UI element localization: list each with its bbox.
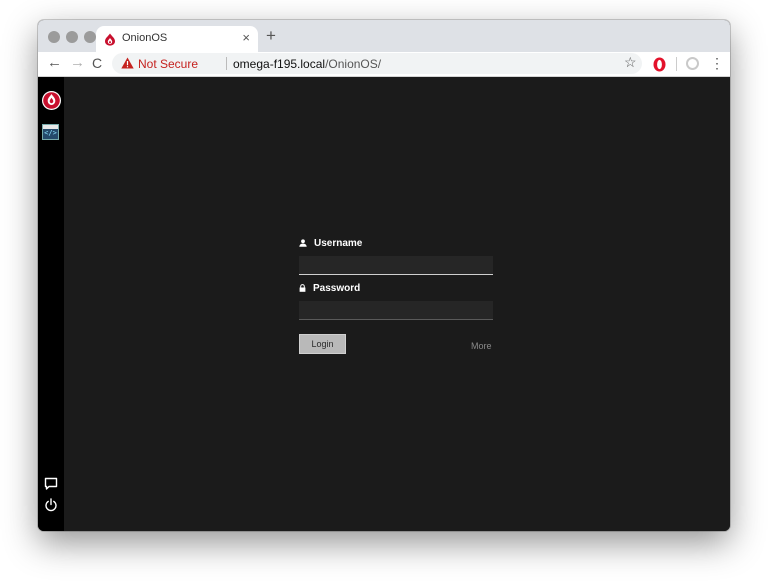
back-button[interactable]: ← [47, 54, 62, 71]
address-separator [226, 57, 227, 70]
security-status[interactable]: Not Secure [138, 57, 198, 71]
minimize-window-button[interactable] [66, 31, 78, 43]
profile-avatar-icon[interactable] [686, 57, 699, 70]
login-button[interactable]: Login [299, 334, 346, 354]
browser-menu-icon[interactable]: ⋮ [710, 55, 724, 72]
username-label: Username [314, 238, 363, 249]
user-icon [299, 239, 307, 247]
reload-button[interactable]: C [92, 55, 102, 71]
more-link[interactable]: More [471, 341, 492, 351]
tab-onionos[interactable]: OnionOS × [96, 26, 258, 52]
onion-logo-graphic [43, 92, 60, 109]
url-text[interactable]: omega-f195.local/OnionOS/ [233, 57, 381, 71]
toolbar-separator [676, 57, 677, 71]
code-app-label: </> [44, 129, 57, 137]
bookmark-star-icon[interactable]: ☆ [624, 54, 637, 71]
address-bar[interactable]: Not Secure omega-f195.local/OnionOS/ [112, 53, 642, 74]
lock-icon [299, 284, 306, 292]
chat-icon[interactable] [44, 477, 58, 491]
onion-logo-icon[interactable] [42, 91, 61, 110]
forward-button[interactable]: → [70, 54, 85, 71]
username-input[interactable] [299, 256, 493, 275]
url-path: /OnionOS/ [325, 57, 382, 71]
onionos-page: </> Username Password Login More [38, 77, 730, 531]
url-host: omega-f195.local [233, 57, 326, 71]
app-sidebar: </> [38, 77, 64, 531]
opera-extension-icon[interactable] [653, 57, 666, 72]
new-tab-button[interactable]: + [266, 26, 276, 46]
tab-close-icon[interactable]: × [242, 30, 250, 45]
warning-icon [121, 57, 134, 69]
password-input[interactable] [299, 301, 493, 320]
maximize-window-button[interactable] [84, 31, 96, 43]
close-window-button[interactable] [48, 31, 60, 43]
password-label: Password [313, 283, 361, 294]
tab-strip: OnionOS × + [38, 20, 730, 52]
onion-favicon-icon [105, 33, 115, 46]
browser-window: OnionOS × + ← → C Not Secure omega-f195.… [38, 20, 730, 531]
power-icon[interactable] [44, 498, 58, 512]
code-editor-app-icon[interactable]: </> [42, 124, 59, 140]
tab-title: OnionOS [122, 32, 168, 44]
